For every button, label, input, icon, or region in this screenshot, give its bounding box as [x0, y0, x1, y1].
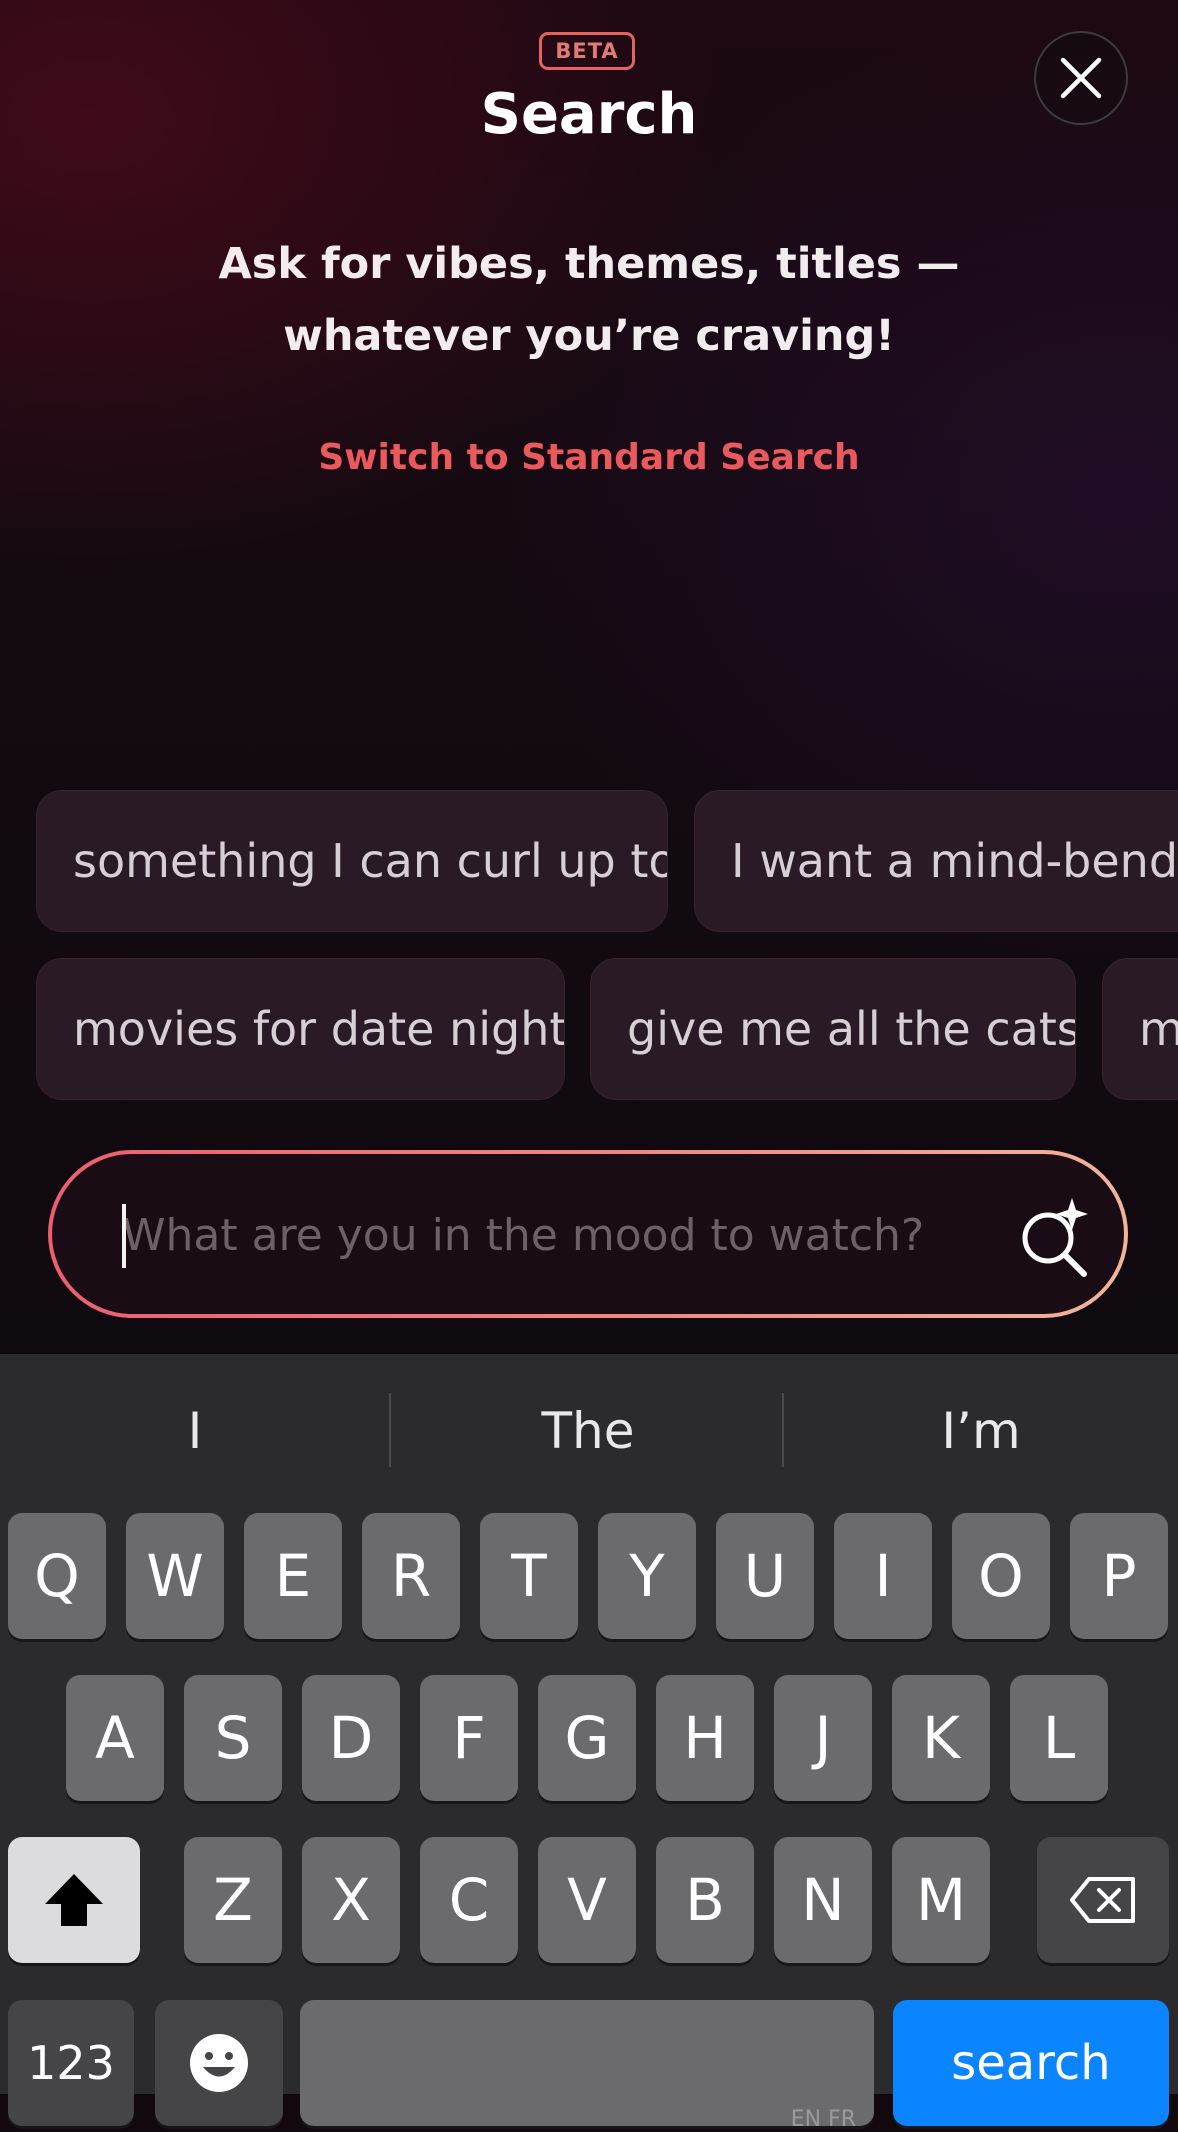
prediction-item[interactable]: I [0, 1400, 390, 1462]
search-box [48, 1150, 1128, 1318]
numbers-key-label: 123 [27, 2036, 115, 2090]
key-r[interactable]: R [362, 1513, 460, 1639]
key-v[interactable]: V [538, 1837, 636, 1963]
key-a[interactable]: A [66, 1675, 164, 1801]
emoji-icon [190, 2034, 248, 2092]
space-key[interactable]: EN FR [300, 2000, 874, 2132]
backspace-key[interactable] [1037, 1837, 1169, 1963]
switch-to-standard-search-link[interactable]: Switch to Standard Search [0, 437, 1178, 478]
key-n[interactable]: N [774, 1837, 872, 1963]
close-icon [1060, 57, 1102, 99]
emoji-key[interactable] [155, 2000, 283, 2126]
search-input[interactable] [122, 1180, 952, 1290]
key-d[interactable]: D [302, 1675, 400, 1801]
ai-search-icon[interactable] [1012, 1192, 1098, 1278]
key-x[interactable]: X [302, 1837, 400, 1963]
text-cursor [122, 1204, 126, 1268]
key-o[interactable]: O [952, 1513, 1050, 1639]
suggestion-chip[interactable]: movies for date night [36, 958, 565, 1100]
key-g[interactable]: G [538, 1675, 636, 1801]
key-u[interactable]: U [716, 1513, 814, 1639]
key-e[interactable]: E [244, 1513, 342, 1639]
suggestion-chip[interactable]: something I can curl up to [36, 790, 668, 932]
key-p[interactable]: P [1070, 1513, 1168, 1639]
beta-badge: BETA [539, 32, 635, 70]
suggestion-chip[interactable]: give me all the cats [590, 958, 1076, 1100]
key-i[interactable]: I [834, 1513, 932, 1639]
key-j[interactable]: J [774, 1675, 872, 1801]
key-s[interactable]: S [184, 1675, 282, 1801]
search-subtitle: Ask for vibes, themes, titles — whatever… [218, 239, 960, 361]
key-m[interactable]: M [892, 1837, 990, 1963]
key-q[interactable]: Q [8, 1513, 106, 1639]
shift-key[interactable] [8, 1837, 140, 1963]
prediction-divider [389, 1393, 391, 1467]
key-f[interactable]: F [420, 1675, 518, 1801]
search-screen: BETA Search Ask for vibes, themes, title… [0, 0, 1178, 1354]
key-y[interactable]: Y [598, 1513, 696, 1639]
page-title: Search [480, 82, 698, 147]
search-key[interactable]: search [893, 2000, 1169, 2126]
search-key-label: search [951, 2035, 1111, 2091]
key-w[interactable]: W [126, 1513, 224, 1639]
key-l[interactable]: L [1010, 1675, 1108, 1801]
keyboard-language-label: EN FR [790, 2107, 856, 2132]
prediction-item[interactable]: I’m [786, 1400, 1176, 1462]
close-button[interactable] [1034, 31, 1128, 125]
prediction-divider [782, 1393, 784, 1467]
key-b[interactable]: B [656, 1837, 754, 1963]
suggestion-chip[interactable]: m [1102, 958, 1178, 1100]
numbers-key[interactable]: 123 [8, 2000, 134, 2126]
backspace-icon [1070, 1877, 1135, 1923]
key-k[interactable]: K [892, 1675, 990, 1801]
key-c[interactable]: C [420, 1837, 518, 1963]
key-z[interactable]: Z [184, 1837, 282, 1963]
key-t[interactable]: T [480, 1513, 578, 1639]
key-h[interactable]: H [656, 1675, 754, 1801]
suggestion-chip[interactable]: I want a mind-bendin [694, 790, 1178, 932]
prediction-item[interactable]: The [393, 1400, 783, 1462]
shift-icon [45, 1874, 103, 1926]
